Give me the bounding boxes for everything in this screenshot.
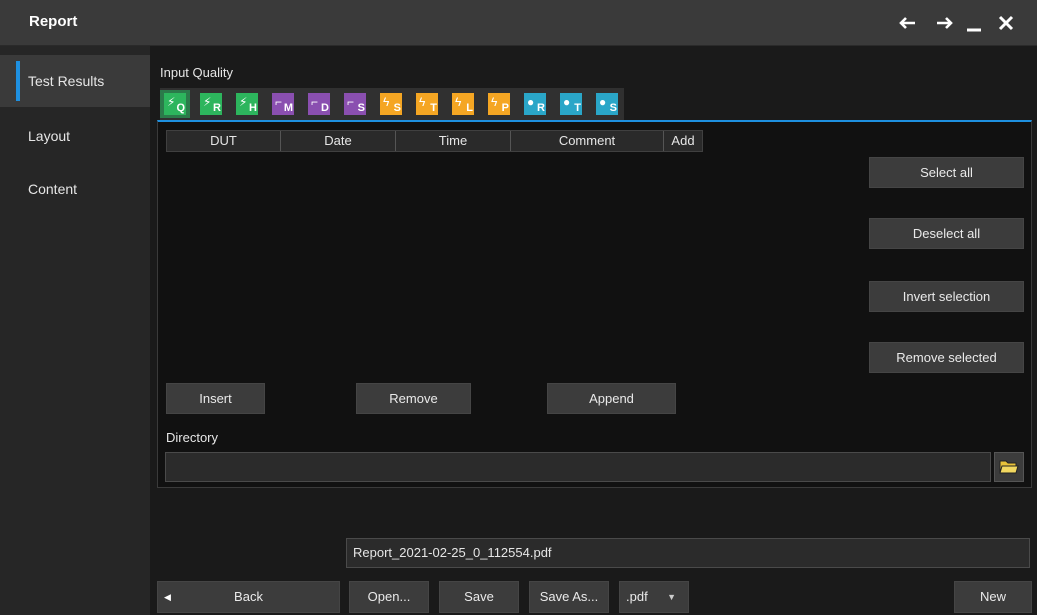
sidebar-item-test-results[interactable]: Test Results	[0, 55, 150, 107]
column-header-add[interactable]: Add	[664, 131, 702, 151]
append-button[interactable]: Append	[547, 383, 676, 414]
bulb-icon: ● T	[560, 93, 582, 115]
plug-icon: ⚡ Q	[164, 93, 186, 115]
tab-bulb-r[interactable]: ● R	[520, 90, 550, 118]
report-filename-input[interactable]: Report_2021-02-25_0_112554.pdf	[346, 538, 1030, 568]
close-icon[interactable]	[991, 8, 1021, 38]
ripple-icon: ϟT	[416, 93, 438, 115]
tab-power-q[interactable]: ⚡ Q	[160, 90, 190, 118]
ripple-icon: ϟP	[488, 93, 510, 115]
tab-ripple-p[interactable]: ϟP	[484, 90, 514, 118]
sidebar: Test Results Layout Content	[0, 46, 150, 615]
plug-icon: ⚡ R	[200, 93, 222, 115]
tab-power-r[interactable]: ⚡ R	[196, 90, 226, 118]
ripple-icon: ϟS	[380, 93, 402, 115]
forward-arrow-icon[interactable]	[929, 8, 959, 38]
sidebar-item-label: Content	[28, 181, 78, 197]
switch-icon: ⌐ S	[344, 93, 366, 115]
insert-button[interactable]: Insert	[166, 383, 265, 414]
tab-ripple-t[interactable]: ϟT	[412, 90, 442, 118]
directory-label: Directory	[166, 430, 219, 445]
browse-folder-button[interactable]	[994, 452, 1024, 482]
column-header-dut[interactable]: DUT	[167, 131, 281, 151]
save-as-button[interactable]: Save As...	[529, 581, 609, 613]
caret-left-icon: ◀	[164, 592, 171, 602]
tab-power-h[interactable]: ⚡ H	[232, 90, 262, 118]
column-header-time[interactable]: Time	[396, 131, 511, 151]
back-button[interactable]: ◀ Back	[157, 581, 340, 613]
remove-button[interactable]: Remove	[356, 383, 471, 414]
title-bar: Report	[0, 0, 1037, 46]
format-dropdown[interactable]: .pdf ▼	[619, 581, 689, 613]
bulb-icon: ● S	[596, 93, 618, 115]
tab-bulb-t[interactable]: ● T	[556, 90, 586, 118]
chevron-down-icon: ▼	[667, 592, 676, 602]
results-table-header: DUT Date Time Comment Add	[166, 130, 703, 152]
switch-icon: ⌐ D	[308, 93, 330, 115]
folder-icon	[999, 460, 1019, 474]
back-arrow-icon[interactable]	[893, 8, 923, 38]
input-quality-label: Input Quality	[160, 65, 233, 80]
back-button-label: Back	[234, 589, 263, 604]
sidebar-item-layout[interactable]: Layout	[0, 110, 150, 162]
tab-bulb-s[interactable]: ● S	[592, 90, 622, 118]
ripple-icon: ϟL	[452, 93, 474, 115]
switch-icon: ⌐ M	[272, 93, 294, 115]
format-dropdown-value: .pdf	[626, 589, 648, 604]
directory-input[interactable]	[165, 452, 991, 482]
remove-selected-button[interactable]: Remove selected	[869, 342, 1024, 373]
tab-switch-s[interactable]: ⌐ S	[340, 90, 370, 118]
tab-ripple-s[interactable]: ϟS	[376, 90, 406, 118]
minimize-icon[interactable]	[959, 8, 989, 38]
plug-icon: ⚡ H	[236, 93, 258, 115]
window-title: Report	[29, 13, 78, 30]
save-button[interactable]: Save	[439, 581, 519, 613]
tab-switch-d[interactable]: ⌐ D	[304, 90, 334, 118]
bulb-icon: ● R	[524, 93, 546, 115]
input-quality-tabs: ⚡ Q ⚡ R ⚡ H ⌐ M ⌐ D ⌐ S ϟS ϟT ϟL ϟP ● R ● T ● S	[160, 88, 624, 120]
new-button[interactable]: New	[954, 581, 1032, 613]
tab-ripple-l[interactable]: ϟL	[448, 90, 478, 118]
open-button[interactable]: Open...	[349, 581, 429, 613]
tab-switch-m[interactable]: ⌐ M	[268, 90, 298, 118]
deselect-all-button[interactable]: Deselect all	[869, 218, 1024, 249]
invert-selection-button[interactable]: Invert selection	[869, 281, 1024, 312]
select-all-button[interactable]: Select all	[869, 157, 1024, 188]
sidebar-item-content[interactable]: Content	[0, 163, 150, 215]
sidebar-item-label: Test Results	[28, 73, 105, 89]
column-header-date[interactable]: Date	[281, 131, 396, 151]
sidebar-item-label: Layout	[28, 128, 71, 144]
column-header-comment[interactable]: Comment	[511, 131, 664, 151]
